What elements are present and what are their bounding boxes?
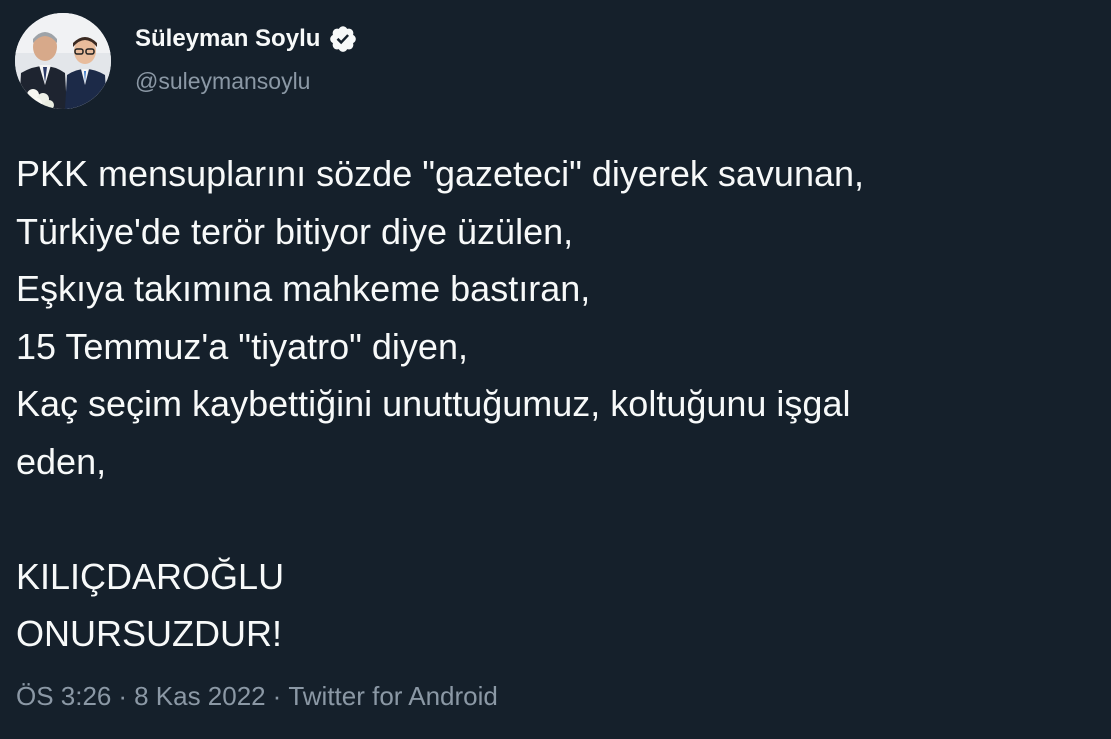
avatar[interactable]: [15, 13, 111, 109]
author-name-row[interactable]: Süleyman Soylu: [135, 24, 358, 54]
tweet-text: PKK mensuplarını sözde "gazeteci" diyere…: [16, 145, 1096, 663]
avatar-image: [15, 13, 111, 109]
tweet-text-line: eden,: [16, 440, 107, 482]
tweet-date[interactable]: 8 Kas 2022: [134, 681, 266, 711]
meta-separator: ·: [272, 681, 282, 711]
tweet-meta: ÖS 3:26 · 8 Kas 2022 · Twitter for Android: [16, 680, 498, 712]
tweet-text-line: 15 Temmuz'a "tiyatro" diyen,: [16, 325, 468, 367]
tweet-text-line: Türkiye'de terör bitiyor diye üzülen,: [16, 210, 574, 252]
tweet-card: Süleyman Soylu @suleymansoylu PKK mensup…: [0, 0, 1111, 739]
tweet-text-line: Kaç seçim kaybettiğini unuttuğumuz, kolt…: [16, 383, 851, 424]
tweet-source[interactable]: Twitter for Android: [288, 681, 498, 711]
verified-badge-icon: [328, 24, 358, 54]
author-handle[interactable]: @suleymansoylu: [135, 66, 310, 96]
tweet-text-line: PKK mensuplarını sözde "gazeteci" diyere…: [16, 153, 865, 194]
meta-separator: ·: [118, 681, 128, 711]
author-display-name[interactable]: Süleyman Soylu: [135, 24, 320, 54]
tweet-text-line: ONURSUZDUR!: [16, 613, 282, 654]
tweet-time[interactable]: ÖS 3:26: [16, 681, 111, 711]
tweet-text-line: Eşkıya takımına mahkeme bastıran,: [16, 268, 591, 309]
tweet-text-line: KILIÇDAROĞLU: [16, 555, 285, 597]
